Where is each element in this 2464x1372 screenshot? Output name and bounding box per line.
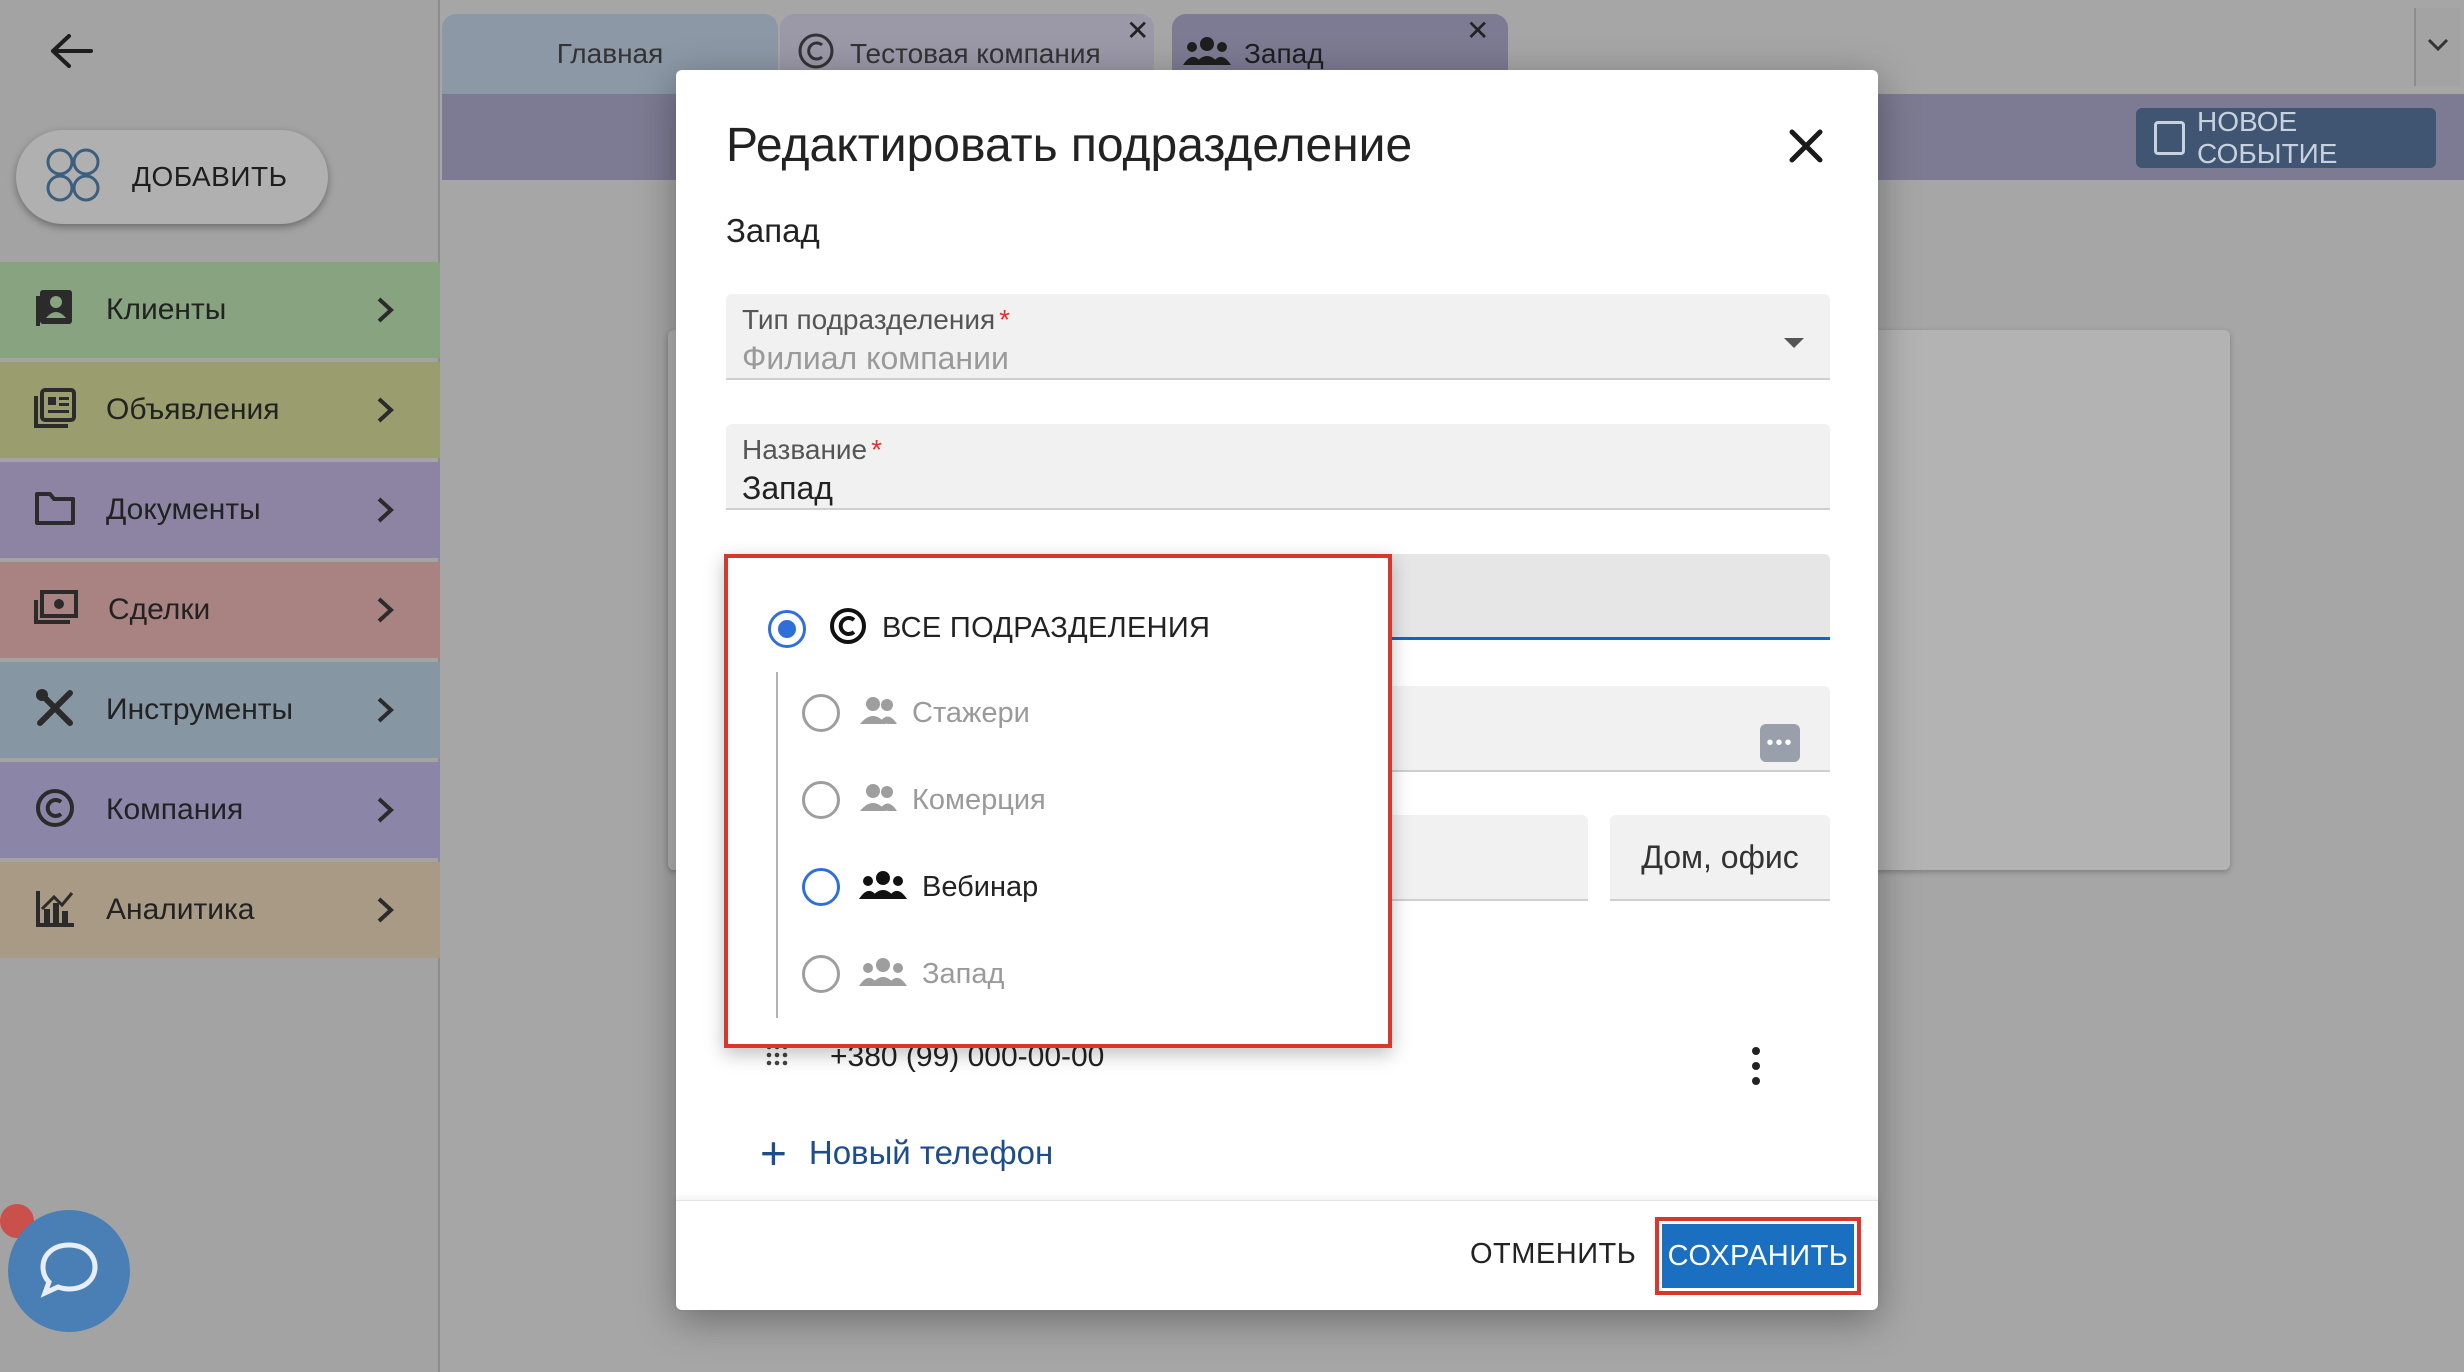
chat-button[interactable] [8,1210,130,1332]
tab-close-icon[interactable]: ✕ [1466,14,1489,47]
sidebar: ДОБАВИТЬ Клиенты Объявления Документы Сд… [0,0,440,1372]
chevron-right-icon [376,796,394,829]
tree-root-label: ВСЕ ПОДРАЗДЕЛЕНИЯ [882,612,1211,644]
sidebar-item-label: Документы [106,493,261,526]
group-icon [858,696,898,731]
field-value: Запад [742,470,833,506]
add-button[interactable]: ДОБАВИТЬ [16,130,328,224]
tree-root-option[interactable]: ВСЕ ПОДРАЗДЕЛЕНИЯ [768,606,1210,651]
dropdown-caret-icon [1784,338,1804,348]
chevron-down-icon [2426,37,2450,58]
group-icon [858,869,908,906]
deals-icon [34,589,78,631]
department-tree-dropdown: ВСЕ ПОДРАЗДЕЛЕНИЯ Стажери Комерция Вебин… [724,554,1392,1048]
calendar-plus-icon [2154,121,2186,155]
field-label: Тип подразделения * [742,304,1011,335]
tab-close-icon[interactable]: ✕ [1126,14,1149,47]
field-label: Название * [742,434,883,465]
radio-unchecked[interactable] [802,781,840,819]
sidebar-item-deals[interactable]: Сделки [0,562,440,658]
tree-option-label: Комерция [912,783,1046,816]
tree-option-label: Вебинар [922,870,1039,903]
radio-unchecked[interactable] [802,694,840,732]
sidebar-item-label: Аналитика [106,893,255,926]
chat-bubble-icon [37,1239,101,1304]
company-icon [34,787,76,834]
tree-connector [776,672,778,1018]
new-event-label: НОВОЕ СОБЫТИЕ [2197,106,2338,169]
save-button[interactable]: СОХРАНИТЬ [1655,1217,1861,1295]
tabs-dropdown-button[interactable] [2414,8,2460,86]
name-field[interactable]: Название * Запад [726,424,1830,510]
analytics-icon [34,887,76,934]
address-type-select[interactable]: Дом, офис [1610,815,1830,901]
sidebar-item-label: Компания [106,793,244,826]
sidebar-item-analytics[interactable]: Аналитика [0,862,440,958]
company-icon [828,606,868,651]
tree-option-interns[interactable]: Стажери [802,694,1030,732]
group-icon [858,783,898,818]
field-value: Филиал компании [742,340,1009,376]
add-icon [42,144,104,211]
back-arrow-icon[interactable] [46,26,96,76]
chevron-right-icon [376,396,394,429]
tree-option-webinar[interactable]: Вебинар [802,868,1038,906]
radio-unchecked[interactable] [802,955,840,993]
clients-icon [34,288,76,333]
chevron-right-icon [376,496,394,529]
sidebar-item-label: Сделки [108,593,211,626]
sidebar-item-ads[interactable]: Объявления [0,362,440,458]
sidebar-nav: Клиенты Объявления Документы Сделки Инст [0,262,440,962]
new-phone-label: Новый телефон [808,1134,1054,1171]
dialog-subtitle: Запад [726,212,820,249]
tree-option-commerce[interactable]: Комерция [802,781,1046,819]
radio-focused[interactable] [802,868,840,906]
ads-icon [34,387,76,433]
department-type-select[interactable]: Тип подразделения * Филиал компании [726,294,1830,380]
tab-label: Запад [1244,38,1324,69]
chevron-right-icon [376,296,394,329]
tab-label: Главная [556,38,664,69]
more-options-icon[interactable]: ••• [1760,724,1800,762]
sidebar-item-label: Инструменты [106,693,294,726]
new-event-button[interactable]: НОВОЕ СОБЫТИЕ [2136,106,2436,169]
sidebar-item-tools[interactable]: Инструменты [0,662,440,758]
sidebar-item-label: Клиенты [106,293,227,326]
group-icon [858,956,908,993]
radio-checked[interactable] [768,609,806,648]
sidebar-item-clients[interactable]: Клиенты [0,262,440,358]
cancel-button[interactable]: ОТМЕНИТЬ [1470,1238,1636,1271]
sidebar-item-company[interactable]: Компания [0,762,440,858]
chevron-right-icon [376,596,394,629]
dialog-title: Редактировать подразделение [726,119,1413,172]
tree-option-label: Запад [922,957,1005,990]
sidebar-item-documents[interactable]: Документы [0,462,440,558]
tree-option-label: Стажери [912,696,1030,729]
kebab-menu-icon[interactable] [1750,1046,1762,1086]
tools-icon [34,687,76,734]
tree-option-zapad[interactable]: Запад [802,955,1004,993]
chevron-right-icon [376,696,394,729]
close-icon[interactable] [1786,126,1826,166]
tab-label: Тестовая компания [850,38,1101,69]
add-button-label: ДОБАВИТЬ [132,161,288,192]
group-icon [1182,35,1232,74]
plus-icon: + [760,1127,787,1179]
new-phone-button[interactable]: + Новый телефон [760,1130,1053,1176]
chevron-right-icon [376,896,394,929]
folder-icon [34,490,76,531]
sidebar-item-label: Объявления [106,393,280,426]
